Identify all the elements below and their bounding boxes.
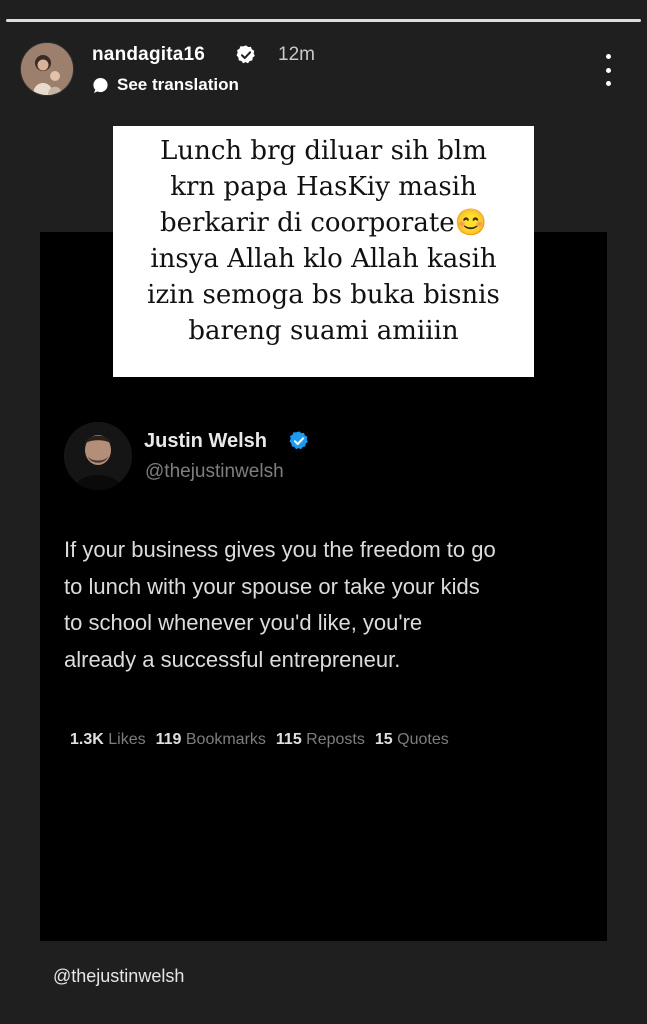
caption-line: Lunch brg diluar sih blm xyxy=(160,136,487,166)
post-author-handle: @thejustinwelsh xyxy=(145,461,284,482)
more-vertical-icon-dot xyxy=(605,67,611,73)
caption-line: krn papa HasKiy masih xyxy=(170,172,477,202)
post-author-avatar-image xyxy=(64,422,132,490)
reposts-stat: 115 Reposts xyxy=(276,731,365,749)
mention-sticker[interactable]: @thejustinwelsh xyxy=(53,966,184,987)
story-header: nandagita16 12m See translation xyxy=(20,40,630,96)
quotes-label: Quotes xyxy=(397,731,449,748)
post-body-line: to school whenever you'd like, you're xyxy=(64,610,423,635)
caption-line: berkarir di coorporate😊 xyxy=(159,208,488,238)
story-progress-bar xyxy=(6,19,641,22)
likes-label: Likes xyxy=(108,731,146,748)
post-body-line: already a successful entrepreneur. xyxy=(64,646,401,672)
story-progress-segment xyxy=(6,19,641,22)
post-body-line: to lunch with your spouse or take your k… xyxy=(64,573,480,599)
story-timestamp: 12m xyxy=(278,44,315,65)
post-author-name: Justin Welsh xyxy=(144,430,267,452)
story-text-sticker[interactable]: Lunch brg diluar sih blm krn papa HasKiy… xyxy=(113,126,534,377)
more-options-button[interactable] xyxy=(598,52,618,88)
profile-avatar-image xyxy=(21,43,73,95)
translate-bubble-icon xyxy=(93,77,108,93)
verified-badge-icon xyxy=(289,431,308,450)
reposts-label: Reposts xyxy=(306,731,365,748)
quotes-count: 15 xyxy=(374,731,393,748)
story-username[interactable]: nandagita16 xyxy=(92,44,205,66)
see-translation-label: See translation xyxy=(117,75,239,94)
quotes-stat: 15 Quotes xyxy=(375,731,449,749)
likes-stat: 1.3K Likes xyxy=(70,731,146,749)
post-stats: 1.3K Likes 119 Bookmarks 115 Reposts 15 … xyxy=(70,731,449,749)
likes-count: 1.3K xyxy=(70,731,104,748)
verified-badge-icon xyxy=(236,45,255,64)
more-vertical-icon-dot xyxy=(605,81,611,86)
bookmarks-count: 119 xyxy=(155,731,182,748)
see-translation-link[interactable]: See translation xyxy=(92,75,239,95)
caption-line: insya Allah klo Allah kasih xyxy=(150,244,497,274)
caption-line: izin semoga bs buka bisnis xyxy=(147,280,500,310)
caption-line: bareng suami amiiin xyxy=(188,316,459,346)
more-vertical-icon xyxy=(605,54,611,59)
bookmarks-label: Bookmarks xyxy=(185,731,266,748)
bookmarks-stat: 119 Bookmarks xyxy=(156,731,266,749)
post-body-text: If your business gives you the freedom t… xyxy=(64,532,594,678)
post-body-line: If your business gives you the freedom t… xyxy=(64,537,496,562)
profile-avatar[interactable] xyxy=(20,42,74,96)
reposts-count: 115 xyxy=(275,731,302,748)
post-author-avatar xyxy=(64,422,132,490)
